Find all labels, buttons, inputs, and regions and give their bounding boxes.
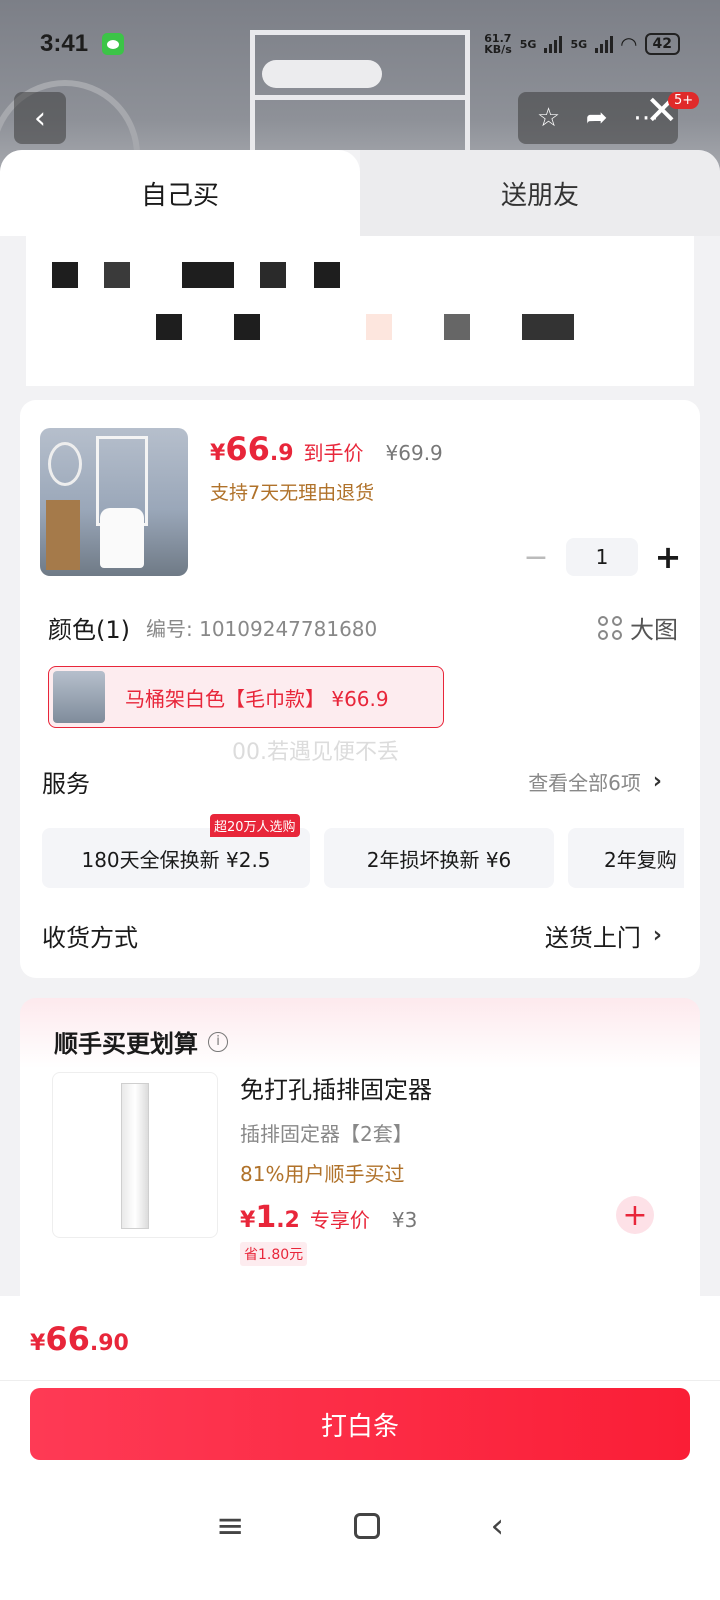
view-all-services[interactable]: 查看全部6项	[528, 767, 641, 796]
addon-price-row: ¥ 1 .2 专享价 ¥3	[240, 1200, 417, 1235]
network-speed: 61.7 KB/s	[484, 33, 511, 55]
chevron-right-icon: ›	[652, 923, 662, 948]
network-speed-unit: KB/s	[484, 43, 512, 56]
status-time: 3:41	[40, 30, 89, 57]
price-integer: 66	[225, 430, 270, 468]
delivery-value: 送货上门	[544, 924, 641, 952]
color-row: 颜色(1) 编号: 10109247781680 大图	[48, 610, 678, 645]
total-symbol: ¥	[30, 1331, 46, 1356]
grid-icon	[598, 615, 622, 640]
signal-icon-2	[595, 35, 614, 53]
tab-gift-to-friend[interactable]: 送朋友	[360, 150, 720, 236]
signal-icon	[544, 35, 563, 53]
menu-icon[interactable]: ≡	[216, 1506, 245, 1546]
service-row[interactable]: 服务 查看全部6项 ›	[42, 764, 662, 799]
status-bar: 3:41 61.7 KB/s 5G 5G ◠ 42	[0, 22, 720, 66]
variant-option-selected[interactable]: 马桶架白色【毛巾款】 ¥66.9	[48, 666, 444, 728]
addon-original-price: ¥3	[391, 1208, 418, 1232]
addon-price-label: 专享价	[309, 1208, 370, 1232]
color-title: 颜色(1)	[48, 616, 130, 644]
notification-badge: 5+	[668, 92, 700, 109]
network-type-2: 5G	[570, 37, 588, 51]
status-indicators: 61.7 KB/s 5G 5G ◠ 42	[484, 32, 680, 56]
total-price: ¥ 66 .90	[30, 1320, 129, 1358]
price-label: 到手价	[303, 441, 364, 465]
service-label: 服务	[42, 770, 90, 798]
battery-indicator: 42	[644, 33, 680, 55]
divider	[0, 1380, 720, 1381]
system-nav-bar: ≡ ‹	[0, 1496, 720, 1556]
hot-tag: 超20万人选购	[210, 814, 300, 837]
share-icon[interactable]: ➦	[586, 103, 608, 133]
tab-buy-for-self[interactable]: 自己买	[0, 150, 360, 236]
variant-thumbnail	[53, 671, 105, 723]
wechat-icon	[102, 33, 125, 55]
star-icon[interactable]: ☆	[537, 103, 560, 133]
addon-price-symbol: ¥	[240, 1208, 256, 1233]
service-option-2[interactable]: 2年损坏换新 ¥6	[324, 828, 554, 888]
footer: ¥ 66 .90 打白条 ≡ ‹	[0, 1296, 720, 1600]
addon-price-decimal: .2	[276, 1208, 300, 1233]
quantity-stepper: − 1 +	[516, 538, 688, 576]
sku-number: 编号: 10109247781680	[146, 617, 378, 641]
wifi-icon: ◠	[621, 32, 637, 56]
addon-card: 顺手买更划算 i 免打孔插排固定器 插排固定器【2套】 81%用户顺手买过 ¥ …	[20, 998, 700, 1318]
home-icon[interactable]	[354, 1513, 381, 1539]
total-integer: 66	[45, 1320, 90, 1358]
add-addon-button[interactable]: +	[616, 1196, 654, 1234]
network-type-1: 5G	[519, 37, 537, 51]
tab-bar: 自己买 送朋友	[0, 150, 720, 236]
addon-percent: 81%用户顺手买过	[240, 1162, 405, 1186]
addon-name[interactable]: 免打孔插排固定器	[240, 1070, 432, 1105]
back-icon[interactable]: ‹	[490, 1506, 504, 1546]
chevron-left-icon: ‹	[34, 100, 46, 136]
decrease-button[interactable]: −	[516, 540, 556, 575]
info-icon[interactable]: i	[208, 1031, 228, 1052]
increase-button[interactable]: +	[648, 538, 688, 576]
total-decimal: .90	[89, 1331, 129, 1356]
return-policy: 支持7天无理由退货	[210, 482, 375, 504]
original-price: ¥69.9	[385, 441, 443, 465]
quantity-value[interactable]: 1	[566, 538, 638, 576]
addon-spec: 插排固定器【2套】	[240, 1122, 413, 1146]
checkout-button[interactable]: 打白条	[30, 1388, 690, 1460]
price-row: ¥ 66 .9 到手价 ¥69.9	[210, 430, 443, 468]
addon-title-text: 顺手买更划算	[54, 1030, 198, 1058]
plus-icon: +	[622, 1197, 648, 1233]
variant-label: 马桶架白色【毛巾款】 ¥66.9	[125, 686, 389, 711]
address-section-redacted[interactable]	[26, 236, 694, 386]
addon-price-integer: 1	[255, 1200, 277, 1235]
delivery-row[interactable]: 收货方式 送货上门 ›	[42, 918, 662, 953]
delivery-label: 收货方式	[42, 924, 138, 952]
product-thumbnail[interactable]	[40, 428, 188, 576]
watermark: 00.若遇见便不丢	[232, 740, 399, 765]
big-image-label: 大图	[630, 616, 678, 644]
service-options: 180天全保换新 ¥2.5 2年损坏换新 ¥6 2年复购	[42, 828, 684, 888]
big-image-button[interactable]: 大图	[598, 610, 678, 645]
service-option-1[interactable]: 180天全保换新 ¥2.5	[42, 828, 310, 888]
price-decimal: .9	[269, 441, 294, 466]
product-card: ¥ 66 .9 到手价 ¥69.9 支持7天无理由退货 − 1 + 颜色(1) …	[20, 400, 700, 978]
back-button[interactable]: ‹	[14, 92, 66, 144]
addon-title: 顺手买更划算 i	[54, 1024, 228, 1059]
addon-thumbnail[interactable]	[52, 1072, 218, 1238]
chevron-right-icon: ›	[652, 769, 662, 794]
price-symbol: ¥	[210, 441, 226, 466]
addon-save-badge: 省1.80元	[240, 1242, 308, 1266]
service-option-3[interactable]: 2年复购	[568, 828, 684, 888]
